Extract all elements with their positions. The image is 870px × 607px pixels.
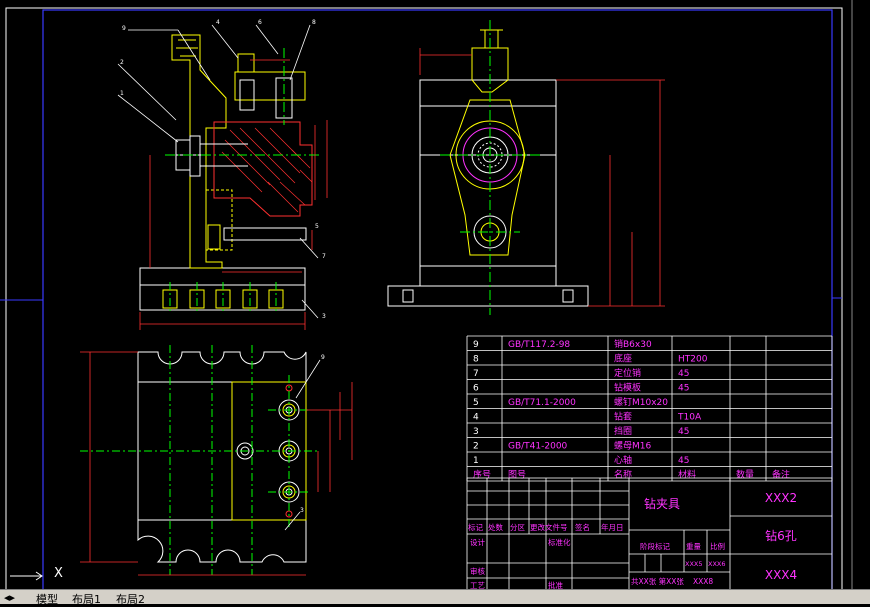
label-stage: 阶段标记 (640, 541, 670, 551)
label-standard: 标准化 (548, 537, 571, 547)
label-review: 审核 (470, 566, 485, 576)
callout-front-5: 2 (120, 59, 124, 66)
tab-nav-arrows[interactable]: ◂▸ (4, 591, 15, 604)
callout-front-2: 4 (216, 19, 220, 26)
parts-cell-material: T10A (677, 413, 702, 423)
callout-plan-1: 9 (321, 354, 325, 361)
parts-cell-material: 45 (678, 427, 689, 437)
parts-header-cell: 数量 (736, 469, 754, 481)
parts-cell-name: 螺钉M10x20 (614, 397, 668, 408)
parts-cell-name: 钻模板 (614, 382, 641, 394)
parts-cell-no: 2 (473, 442, 479, 452)
callout-front-8: 7 (322, 253, 326, 260)
label-design: 设计 (470, 537, 485, 547)
callout-front-4: 8 (312, 19, 316, 26)
parts-cell-no: 3 (473, 427, 479, 437)
parts-header-cell: 序号 (473, 469, 491, 481)
scale-value: XXX6 (708, 560, 726, 568)
parts-cell-material: 45 (678, 384, 689, 394)
parts-cell-no: 4 (473, 413, 479, 423)
cad-drawing-canvas[interactable]: 9 4 6 8 2 1 5 7 3 9 3 9 GB/T117.2-98 销B6… (0, 0, 870, 603)
parts-cell-code: GB/T71.1-2000 (508, 398, 576, 408)
label-scale: 比例 (710, 541, 725, 551)
parts-cell-no: 1 (473, 456, 479, 466)
tab-layout2[interactable]: 布局2 (116, 591, 145, 607)
tab-model[interactable]: 模型 (36, 591, 58, 607)
parts-cell-material: 45 (678, 456, 689, 466)
callout-front-7: 5 (315, 223, 319, 230)
rev-header-mark: 标记 (468, 522, 483, 532)
drawing-subtitle: 钻6孔 (765, 528, 797, 543)
rev-header-date: 年月日 (601, 522, 624, 532)
tab-layout1[interactable]: 布局1 (72, 591, 101, 607)
rev-header-sign: 签名 (575, 522, 590, 532)
drawing-number: XXX2 (765, 491, 797, 505)
sheet-info: 共XX张 第XX张 (631, 576, 684, 586)
parts-cell-name: 挡圈 (614, 425, 632, 437)
parts-cell-no: 9 (473, 340, 479, 350)
parts-cell-name: 钻套 (614, 411, 632, 423)
callout-plan-2: 3 (300, 507, 304, 514)
weight-value: XXX5 (685, 560, 703, 568)
company-name: XXX4 (765, 568, 797, 582)
callout-front-9: 3 (322, 313, 326, 320)
parts-cell-no: 6 (473, 384, 479, 394)
parts-cell-no: 7 (473, 369, 479, 379)
rev-header-count: 处数 (488, 522, 503, 532)
drawing-frame (0, 0, 870, 603)
ucs-x-label: X (54, 566, 63, 581)
drawing-title: 钻夹具 (644, 496, 680, 511)
callout-front-1: 9 (122, 25, 126, 32)
sheet-code: XXX8 (693, 577, 713, 586)
parts-cell-material: 45 (678, 369, 689, 379)
label-weight: 重量 (686, 542, 701, 551)
parts-cell-name: 销B6x30 (614, 338, 652, 350)
parts-cell-name: 心轴 (614, 454, 632, 466)
parts-cell-name: 底座 (614, 353, 632, 365)
parts-cell-name: 定位销 (614, 367, 641, 379)
parts-cell-name: 螺母M16 (614, 441, 651, 452)
parts-header-cell: 图号 (508, 470, 526, 481)
callout-front-6: 1 (120, 90, 124, 97)
parts-cell-no: 8 (473, 355, 479, 365)
parts-cell-no: 5 (473, 398, 479, 408)
parts-cell-code: GB/T41-2000 (508, 442, 568, 452)
parts-cell-code: GB/T117.2-98 (508, 340, 570, 350)
layout-tabs: ◂▸ 模型 布局1 布局2 (0, 589, 870, 607)
parts-header-cell: 备注 (772, 469, 790, 481)
rev-header-doc: 更改文件号 (530, 522, 568, 532)
parts-header-cell: 材料 (678, 469, 696, 481)
rev-header-zone: 分区 (510, 523, 525, 532)
parts-cell-material: HT200 (678, 355, 708, 365)
callout-front-3: 6 (258, 19, 262, 26)
